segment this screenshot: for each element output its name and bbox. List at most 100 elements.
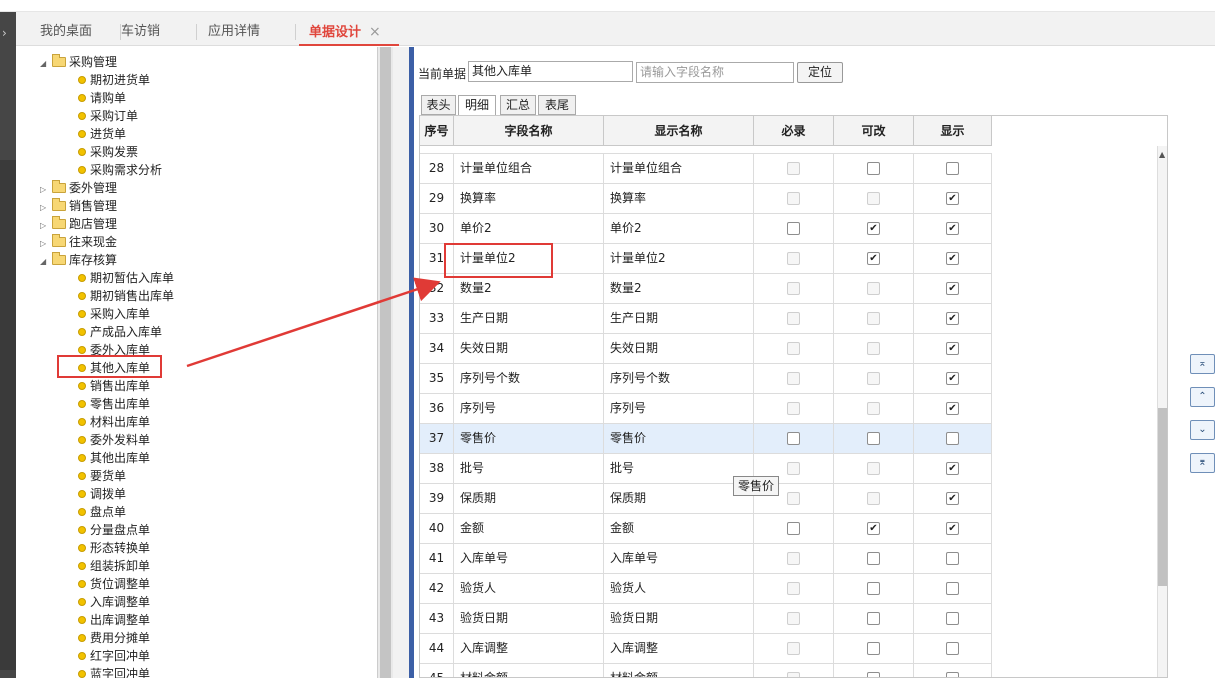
- expand-chevron-icon[interactable]: ›: [2, 26, 7, 40]
- move-down-button[interactable]: ⌄: [1190, 420, 1215, 440]
- table-row[interactable]: 42 验货人 验货人: [420, 574, 992, 604]
- editable-checkbox[interactable]: ✔: [867, 522, 880, 535]
- tree-folder[interactable]: ▷ 往来现金: [40, 233, 117, 251]
- column-header[interactable]: 字段名称: [454, 116, 604, 146]
- tree-item[interactable]: 入库调整单: [78, 593, 150, 611]
- display-name-cell[interactable]: 换算率: [604, 184, 754, 214]
- display-name-cell[interactable]: 序列号个数: [604, 364, 754, 394]
- visible-checkbox[interactable]: ✔: [946, 282, 959, 295]
- tree-item[interactable]: 零售出库单: [78, 395, 150, 413]
- tab-desktop[interactable]: 我的桌面: [30, 12, 121, 46]
- tab-app-details[interactable]: 应用详情: [198, 12, 296, 46]
- visible-checkbox[interactable]: ✔: [946, 222, 959, 235]
- column-header[interactable]: 可改: [834, 116, 914, 146]
- tree-item[interactable]: 采购发票: [78, 143, 138, 161]
- move-bottom-button[interactable]: ⌆: [1190, 453, 1215, 473]
- column-header[interactable]: 必录: [754, 116, 834, 146]
- table-row[interactable]: 33 生产日期 生产日期 ✔: [420, 304, 992, 334]
- tree-item[interactable]: 组装拆卸单: [78, 557, 150, 575]
- editable-checkbox[interactable]: ✔: [867, 252, 880, 265]
- display-name-cell[interactable]: 入库调整: [604, 634, 754, 664]
- tree-folder[interactable]: ▷ 委外管理: [40, 179, 117, 197]
- visible-checkbox[interactable]: ✔: [946, 372, 959, 385]
- locate-button[interactable]: 定位: [797, 62, 843, 83]
- visible-checkbox[interactable]: [946, 162, 959, 175]
- editable-checkbox[interactable]: [867, 582, 880, 595]
- editable-checkbox[interactable]: [867, 432, 880, 445]
- visible-checkbox[interactable]: ✔: [946, 252, 959, 265]
- column-header[interactable]: 序号: [420, 116, 454, 146]
- tree-folder[interactable]: ◢ 库存核算: [40, 251, 117, 269]
- display-name-cell[interactable]: 入库单号: [604, 544, 754, 574]
- visible-checkbox[interactable]: [946, 672, 959, 677]
- table-row[interactable]: 32 数量2 数量2 ✔: [420, 274, 992, 304]
- column-header[interactable]: 显示名称: [604, 116, 754, 146]
- visible-checkbox[interactable]: ✔: [946, 462, 959, 475]
- table-row[interactable]: 39 保质期 保质期 ✔: [420, 484, 992, 514]
- tree-item[interactable]: 盘点单: [78, 503, 126, 521]
- tree-item[interactable]: 请购单: [78, 89, 126, 107]
- visible-checkbox[interactable]: ✔: [946, 492, 959, 505]
- tree-item[interactable]: 形态转换单: [78, 539, 150, 557]
- display-name-cell[interactable]: 计量单位2: [604, 244, 754, 274]
- display-name-cell[interactable]: 验货人: [604, 574, 754, 604]
- move-top-button[interactable]: ⌅: [1190, 354, 1215, 374]
- collapse-icon[interactable]: ◢: [40, 55, 52, 73]
- subtab-summary[interactable]: 汇总: [500, 95, 536, 115]
- display-name-cell[interactable]: 生产日期: [604, 304, 754, 334]
- tree-item[interactable]: 期初进货单: [78, 71, 150, 89]
- table-row[interactable]: 43 验货日期 验货日期: [420, 604, 992, 634]
- table-row[interactable]: 40 金额 金额 ✔ ✔: [420, 514, 992, 544]
- display-name-cell[interactable]: 保质期: [604, 484, 754, 514]
- subtab-header[interactable]: 表头: [421, 95, 456, 115]
- required-checkbox[interactable]: [787, 522, 800, 535]
- collapse-icon[interactable]: ◢: [40, 253, 52, 271]
- visible-checkbox[interactable]: [946, 582, 959, 595]
- current-document-field[interactable]: 其他入库单: [468, 61, 633, 82]
- table-row[interactable]: 44 入库调整 入库调整: [420, 634, 992, 664]
- tab-document-design[interactable]: 单据设计 ×: [299, 12, 399, 46]
- visible-checkbox[interactable]: [946, 642, 959, 655]
- grid-scrollbar[interactable]: ▲: [1157, 146, 1167, 677]
- display-name-cell[interactable]: 计量单位组合: [604, 154, 754, 184]
- subtab-footer[interactable]: 表尾: [538, 95, 576, 115]
- visible-checkbox[interactable]: ✔: [946, 402, 959, 415]
- tree-item[interactable]: 进货单: [78, 125, 126, 143]
- visible-checkbox[interactable]: [946, 612, 959, 625]
- tree-folder[interactable]: ◢ 采购管理: [40, 53, 117, 71]
- tree-scrollbar[interactable]: [377, 47, 393, 678]
- table-row[interactable]: 34 失效日期 失效日期 ✔: [420, 334, 992, 364]
- tree-item[interactable]: 期初销售出库单: [78, 287, 174, 305]
- table-row[interactable]: 45 材料金额 材料金额: [420, 664, 992, 677]
- table-row[interactable]: 28 计量单位组合 计量单位组合: [420, 154, 992, 184]
- editable-checkbox[interactable]: [867, 552, 880, 565]
- display-name-cell[interactable]: 批号: [604, 454, 754, 484]
- tree-item[interactable]: 产成品入库单: [78, 323, 162, 341]
- tree-item[interactable]: 费用分摊单: [78, 629, 150, 647]
- tree-item[interactable]: 蓝字回冲单: [78, 665, 150, 678]
- tree-item[interactable]: 其他出库单: [78, 449, 150, 467]
- display-name-cell[interactable]: 序列号: [604, 394, 754, 424]
- tree-item[interactable]: 委外发料单: [78, 431, 150, 449]
- tree-item[interactable]: 要货单: [78, 467, 126, 485]
- visible-checkbox[interactable]: ✔: [946, 312, 959, 325]
- editable-checkbox[interactable]: [867, 672, 880, 677]
- display-name-cell[interactable]: 零售价: [604, 424, 754, 454]
- column-header[interactable]: 显示: [914, 116, 992, 146]
- editable-checkbox[interactable]: [867, 642, 880, 655]
- table-row[interactable]: 36 序列号 序列号 ✔: [420, 394, 992, 424]
- visible-checkbox[interactable]: ✔: [946, 192, 959, 205]
- tree-item[interactable]: 采购需求分析: [78, 161, 162, 179]
- table-row[interactable]: 29 换算率 换算率 ✔: [420, 184, 992, 214]
- tree-item[interactable]: 货位调整单: [78, 575, 150, 593]
- tree-item[interactable]: 采购订单: [78, 107, 138, 125]
- tree-scrollbar-thumb[interactable]: [380, 47, 391, 678]
- tab-visit-sales[interactable]: 车访销: [111, 12, 197, 46]
- display-name-cell[interactable]: 单价2: [604, 214, 754, 244]
- scroll-up-icon[interactable]: ▲: [1159, 150, 1165, 159]
- grid-scrollbar-thumb[interactable]: [1158, 408, 1167, 586]
- tree-item[interactable]: 材料出库单: [78, 413, 150, 431]
- required-checkbox[interactable]: [787, 222, 800, 235]
- display-name-cell[interactable]: 金额: [604, 514, 754, 544]
- tree-item[interactable]: 分量盘点单: [78, 521, 150, 539]
